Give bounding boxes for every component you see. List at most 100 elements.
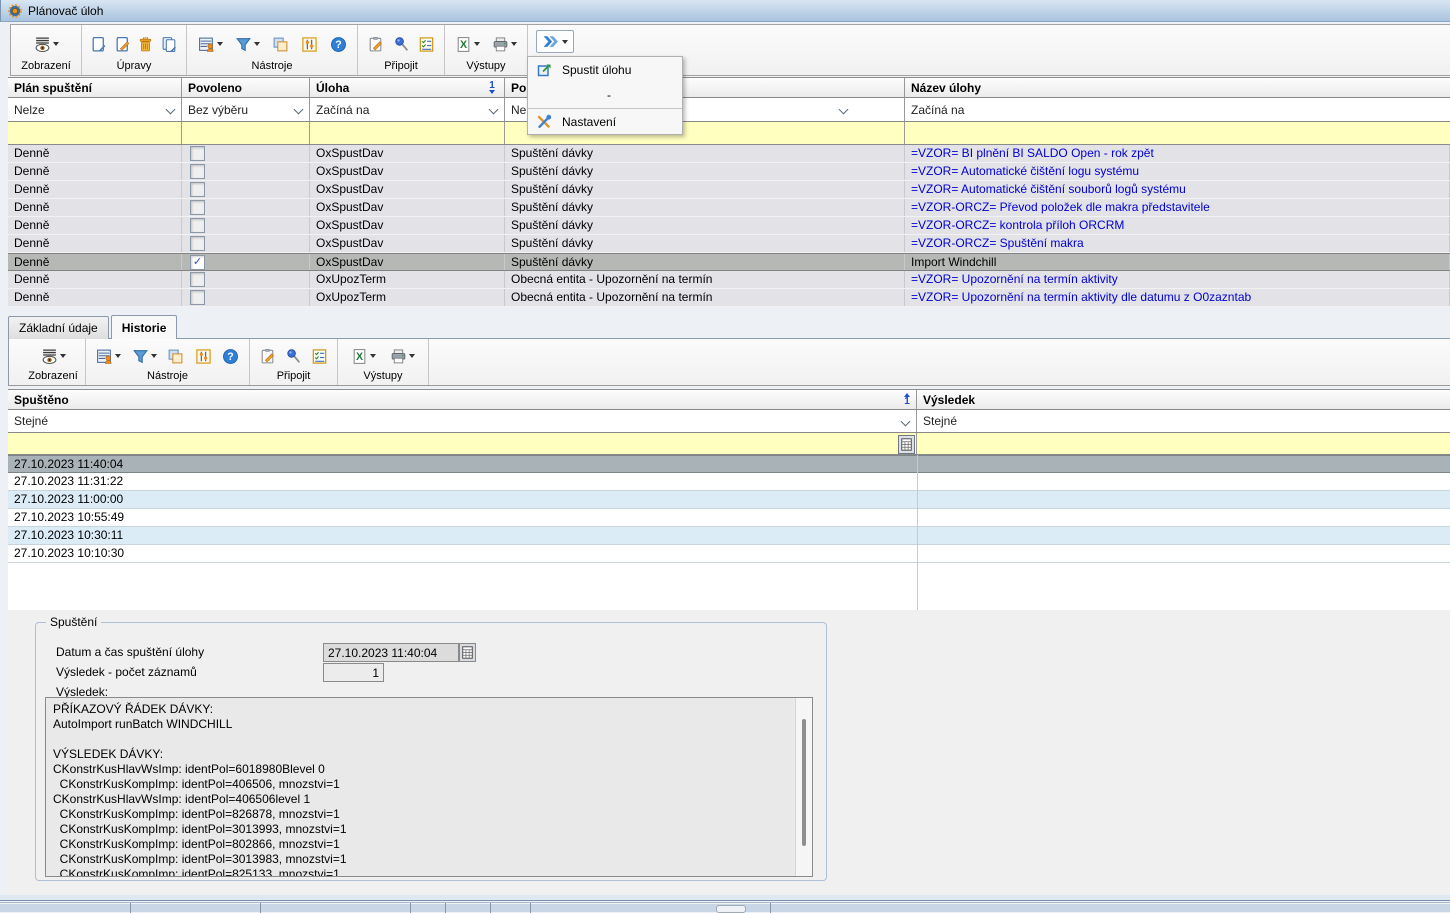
menu-item-settings[interactable]: Nastavení <box>528 109 682 134</box>
duplicate-button[interactable] <box>163 343 188 369</box>
desc-cell: Spuštění dávky <box>505 145 905 162</box>
attach-note-button[interactable] <box>256 343 279 369</box>
view-button[interactable] <box>35 343 71 369</box>
table-row[interactable]: DenněOxSpustDavSpuštění dávky=VZOR= Auto… <box>8 163 1450 181</box>
help-button[interactable] <box>218 343 243 369</box>
excel-export-button[interactable] <box>346 343 382 369</box>
filter-input-plan[interactable] <box>8 122 182 144</box>
task-name-cell[interactable]: =VZOR-ORCZ= Převod položek dle makra pře… <box>905 199 1450 216</box>
enabled-checkbox[interactable] <box>190 272 205 287</box>
filter-input-enabled[interactable] <box>182 122 310 144</box>
filter-operator-plan[interactable]: Nelze <box>8 98 182 121</box>
scrollbar-thumb[interactable] <box>802 719 806 846</box>
filter-input-task[interactable] <box>310 122 505 144</box>
task-name-cell[interactable]: =VZOR= Automatické čištění souborů logů … <box>905 181 1450 198</box>
tab-history[interactable]: Historie <box>111 315 178 339</box>
enabled-checkbox[interactable]: ✓ <box>190 255 205 270</box>
column-header-plan[interactable]: Plán spuštění <box>8 78 182 97</box>
more-icon <box>542 33 559 50</box>
enabled-checkbox[interactable] <box>190 182 205 197</box>
filter-operator-name[interactable]: Začíná na <box>905 98 1450 121</box>
started-cell: 27.10.2023 10:10:30 <box>8 545 917 562</box>
table-row[interactable]: DenněOxUpozTermObecná entita - Upozorněn… <box>8 289 1450 307</box>
filter-operator-result[interactable]: Stejné <box>917 410 1450 432</box>
enabled-checkbox[interactable] <box>190 218 205 233</box>
column-header-task[interactable]: Úloha 1 <box>310 78 505 97</box>
filter-button[interactable] <box>230 31 264 57</box>
help-button[interactable] <box>325 31 351 57</box>
vertical-scrollbar[interactable] <box>795 698 812 876</box>
data-view-button[interactable] <box>92 343 125 369</box>
table-row[interactable]: 27.10.2023 11:40:04 <box>8 455 1450 473</box>
checklist-button[interactable] <box>415 31 438 57</box>
filter-input-name[interactable] <box>905 122 1450 144</box>
table-row[interactable]: DenněOxSpustDavSpuštění dávky=VZOR-ORCZ=… <box>8 235 1450 253</box>
filter-icon <box>235 36 252 53</box>
table-row[interactable]: 27.10.2023 10:10:30 <box>8 545 1450 563</box>
filter-operator-enabled[interactable]: Bez výběru <box>182 98 310 121</box>
print-button[interactable] <box>385 343 421 369</box>
print-icon <box>390 348 407 365</box>
settings-sliders-button[interactable] <box>191 343 216 369</box>
print-button[interactable] <box>488 31 522 57</box>
attach-note-button[interactable] <box>364 31 387 57</box>
column-header-enabled[interactable]: Povoleno <box>182 78 310 97</box>
chevron-down-icon <box>511 42 517 46</box>
run-datetime-field[interactable]: 27.10.2023 11:40:04 <box>323 643 459 662</box>
table-row[interactable]: DenněOxSpustDavSpuštění dávky=VZOR= BI p… <box>8 145 1450 163</box>
column-header-name[interactable]: Název úlohy <box>905 78 1450 97</box>
checklist-button[interactable] <box>308 343 331 369</box>
filter-operator-task[interactable]: Začíná na <box>310 98 505 121</box>
settings-sliders-button[interactable] <box>296 31 322 57</box>
enabled-checkbox[interactable] <box>190 200 205 215</box>
task-name-cell[interactable]: =VZOR= BI plnění BI SALDO Open - rok zpě… <box>905 145 1450 162</box>
enabled-checkbox[interactable] <box>190 164 205 179</box>
table-row[interactable]: DenněOxSpustDavSpuštění dávky=VZOR-ORCZ=… <box>8 199 1450 217</box>
table-row[interactable]: 27.10.2023 10:30:11 <box>8 527 1450 545</box>
enabled-checkbox[interactable] <box>190 236 205 251</box>
new-record-button[interactable] <box>88 31 109 57</box>
task-name-cell[interactable]: =VZOR= Automatické čištění logu systému <box>905 163 1450 180</box>
enabled-checkbox[interactable] <box>190 290 205 305</box>
result-log-box[interactable]: PŘÍKAZOVÝ ŘÁDEK DÁVKY: AutoImport runBat… <box>45 697 813 877</box>
more-button[interactable] <box>536 30 574 53</box>
filter-input-result[interactable] <box>917 433 1450 454</box>
menu-item-separator[interactable]: - <box>528 82 682 109</box>
edit-record-button[interactable] <box>112 31 133 57</box>
table-row[interactable]: DenněOxSpustDavSpuštění dávky=VZOR-ORCZ=… <box>8 217 1450 235</box>
filter-input-started[interactable] <box>8 433 917 454</box>
table-row[interactable]: DenněOxUpozTermObecná entita - Upozorněn… <box>8 271 1450 289</box>
view-button[interactable] <box>28 31 64 57</box>
task-name-cell[interactable]: =VZOR= Upozornění na termín aktivity dle… <box>905 289 1450 306</box>
table-row[interactable]: DenněOxSpustDavSpuštění dávky=VZOR= Auto… <box>8 181 1450 199</box>
tab-basic-data[interactable]: Základní údaje <box>8 316 109 339</box>
filter-operator-started[interactable]: Stejné <box>8 410 917 432</box>
copy-record-button[interactable] <box>159 31 180 57</box>
result-count-field[interactable]: 1 <box>323 663 384 682</box>
table-row[interactable]: 27.10.2023 11:00:00 <box>8 491 1450 509</box>
table-row[interactable]: Denně✓OxSpustDavSpuštění dávkyImport Win… <box>8 253 1450 271</box>
task-name-cell[interactable]: =VZOR= Upozornění na termín aktivity <box>905 271 1450 288</box>
chevron-down-icon <box>217 42 223 46</box>
table-row[interactable]: 27.10.2023 10:55:49 <box>8 509 1450 527</box>
filter-button[interactable] <box>128 343 161 369</box>
duplicate-button[interactable] <box>268 31 294 57</box>
pin-button[interactable] <box>390 31 413 57</box>
calendar-picker-button[interactable] <box>459 643 476 662</box>
excel-export-button[interactable] <box>451 31 485 57</box>
enabled-checkbox[interactable] <box>190 146 205 161</box>
duplicate-icon <box>167 348 184 365</box>
pin-button[interactable] <box>282 343 305 369</box>
delete-record-button[interactable] <box>136 31 157 57</box>
calendar-picker-button[interactable] <box>898 435 915 454</box>
table-row[interactable]: 27.10.2023 11:31:22 <box>8 473 1450 491</box>
started-cell: 27.10.2023 11:31:22 <box>8 473 917 490</box>
main-toolbar: Zobrazení Úpravy Nástroje <box>10 24 1450 76</box>
menu-item-run-task[interactable]: Spustit úlohu <box>528 57 682 82</box>
column-header-started[interactable]: Spuštěno 1 <box>8 390 917 409</box>
column-header-result[interactable]: Výsledek <box>917 390 1450 409</box>
result-cell <box>917 456 1450 472</box>
task-name-cell[interactable]: =VZOR-ORCZ= kontrola příloh ORCRM <box>905 217 1450 234</box>
task-name-cell[interactable]: =VZOR-ORCZ= Spuštění makra <box>905 235 1450 252</box>
data-view-button[interactable] <box>193 31 227 57</box>
